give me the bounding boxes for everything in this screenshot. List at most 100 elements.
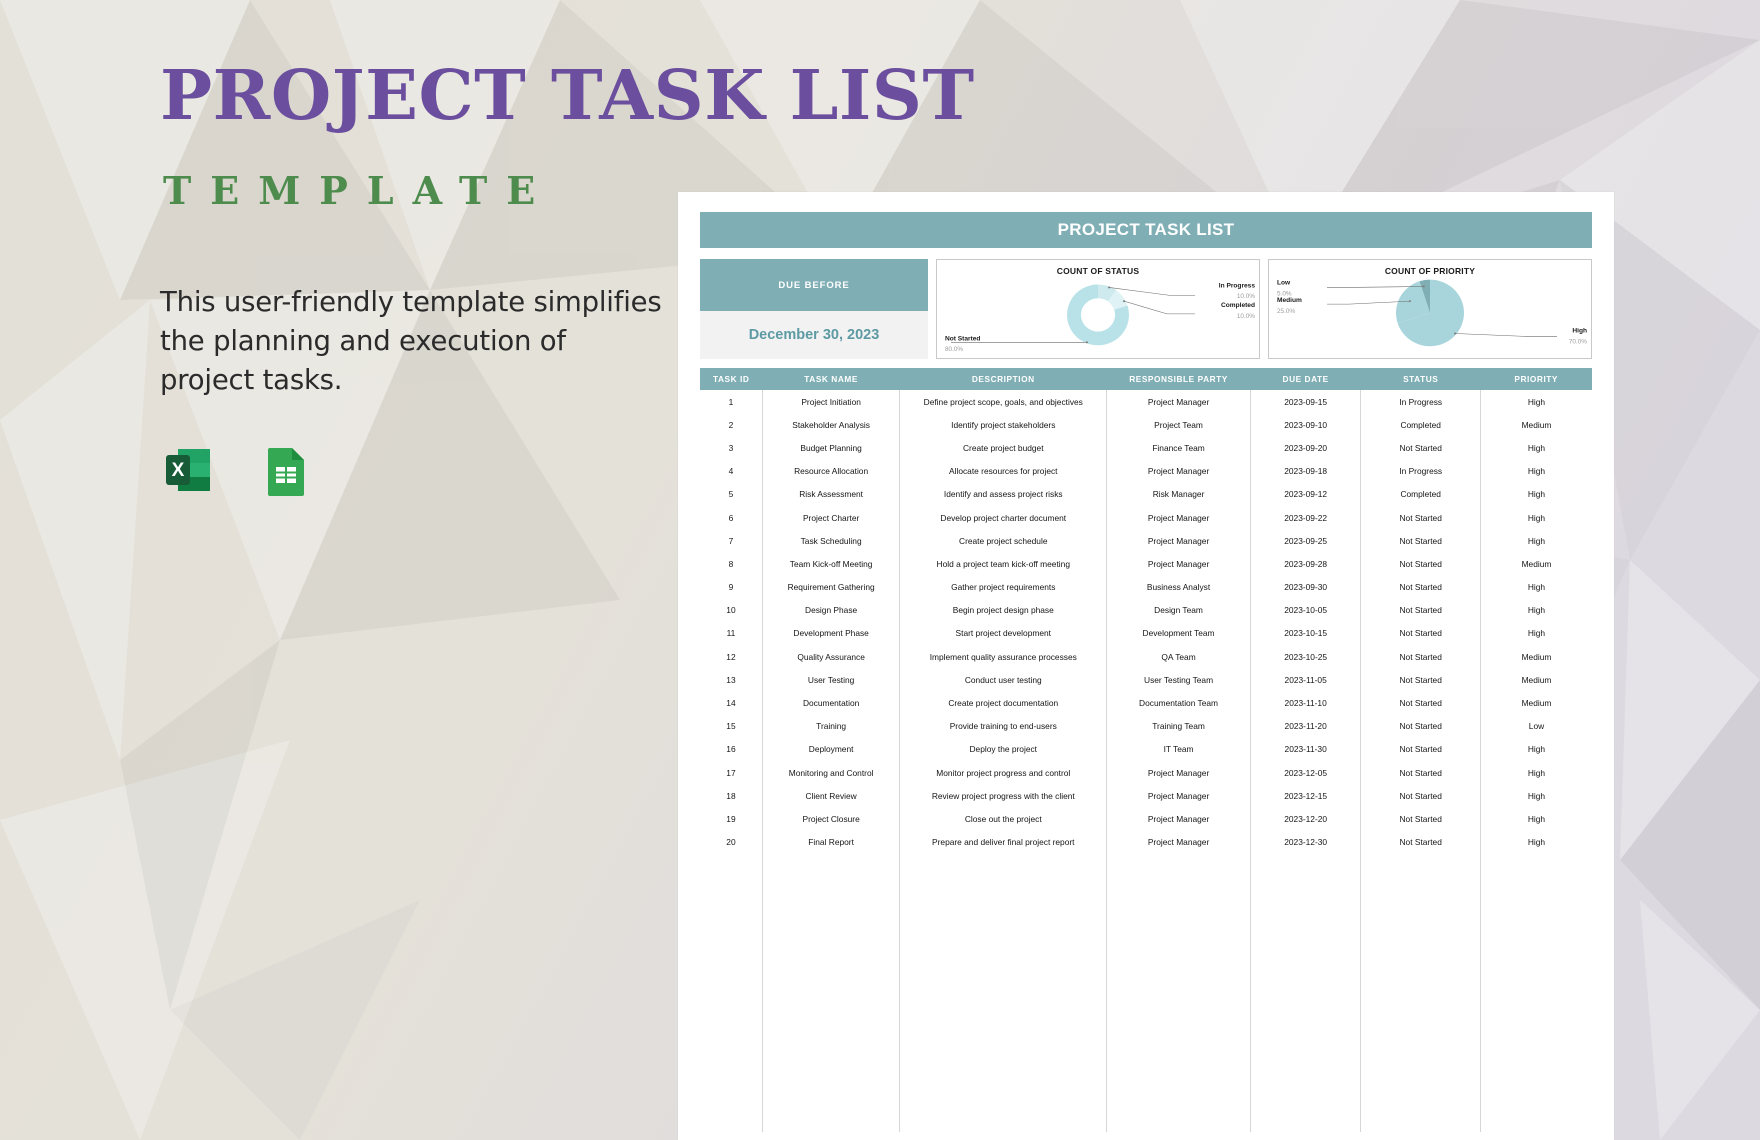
cell-responsible-party[interactable]: Risk Manager xyxy=(1106,482,1251,506)
cell-task-name[interactable]: Final Report xyxy=(761,830,901,854)
cell-empty[interactable] xyxy=(700,969,763,993)
column-header-responsible-party[interactable]: RESPONSIBLE PARTY xyxy=(1106,368,1251,390)
cell-task-id[interactable]: 5 xyxy=(700,482,763,506)
cell-task-name[interactable]: Documentation xyxy=(761,691,901,715)
cell-empty[interactable] xyxy=(899,1108,1108,1132)
cell-empty[interactable] xyxy=(761,923,901,947)
cell-description[interactable]: Conduct user testing xyxy=(899,668,1108,692)
cell-due-date[interactable]: 2023-09-15 xyxy=(1249,390,1362,414)
cell-responsible-party[interactable]: Project Team xyxy=(1106,413,1251,437)
table-row-empty[interactable] xyxy=(700,1085,1592,1109)
cell-task-id[interactable]: 9 xyxy=(700,575,763,599)
table-row-empty[interactable] xyxy=(700,923,1592,947)
cell-task-name[interactable]: Development Phase xyxy=(761,621,901,646)
cell-task-name[interactable]: Monitoring and Control xyxy=(761,761,901,785)
cell-priority[interactable]: High xyxy=(1479,390,1592,414)
table-row[interactable]: 18 Client Review Review project progress w… xyxy=(700,784,1592,808)
cell-empty[interactable] xyxy=(1479,900,1592,924)
cell-responsible-party[interactable]: IT Team xyxy=(1106,737,1251,761)
cell-responsible-party[interactable]: Design Team xyxy=(1106,598,1251,622)
cell-description[interactable]: Define project scope, goals, and objecti… xyxy=(899,390,1108,414)
due-before-value[interactable]: December 30, 2023 xyxy=(700,311,928,359)
cell-description[interactable]: Allocate resources for project xyxy=(899,459,1108,483)
cell-empty[interactable] xyxy=(1360,969,1481,993)
cell-empty[interactable] xyxy=(700,1062,763,1086)
cell-responsible-party[interactable]: Project Manager xyxy=(1106,784,1251,808)
cell-empty[interactable] xyxy=(761,1039,901,1063)
cell-responsible-party[interactable]: Development Team xyxy=(1106,621,1251,646)
cell-due-date[interactable]: 2023-12-30 xyxy=(1249,830,1362,854)
cell-empty[interactable] xyxy=(899,853,1108,877)
cell-empty[interactable] xyxy=(1249,1062,1362,1086)
cell-task-name[interactable]: Team Kick-off Meeting xyxy=(761,552,901,576)
table-row[interactable]: 10 Design Phase Begin project design phase… xyxy=(700,598,1592,622)
cell-task-id[interactable]: 15 xyxy=(700,714,763,738)
cell-priority[interactable]: High xyxy=(1479,784,1592,808)
cell-description[interactable]: Deploy the project xyxy=(899,737,1108,761)
cell-priority[interactable]: High xyxy=(1479,529,1592,553)
cell-empty[interactable] xyxy=(761,969,901,993)
cell-status[interactable]: Not Started xyxy=(1360,598,1481,622)
cell-status[interactable]: Not Started xyxy=(1360,552,1481,576)
excel-icon[interactable]: X xyxy=(162,443,218,499)
table-row[interactable]: 6 Project Charter Develop project charter … xyxy=(700,505,1592,530)
cell-empty[interactable] xyxy=(700,853,763,877)
table-row-empty[interactable] xyxy=(700,876,1592,901)
cell-due-date[interactable]: 2023-10-05 xyxy=(1249,598,1362,622)
cell-description[interactable]: Hold a project team kick-off meeting xyxy=(899,552,1108,576)
table-row[interactable]: 17 Monitoring and Control Monitor project … xyxy=(700,761,1592,785)
cell-empty[interactable] xyxy=(1360,1085,1481,1109)
cell-description[interactable]: Close out the project xyxy=(899,807,1108,831)
cell-status[interactable]: Not Started xyxy=(1360,784,1481,808)
cell-priority[interactable]: High xyxy=(1479,505,1592,530)
cell-empty[interactable] xyxy=(899,900,1108,924)
cell-priority[interactable]: Medium xyxy=(1479,668,1592,692)
cell-task-name[interactable]: Project Charter xyxy=(761,505,901,530)
cell-due-date[interactable]: 2023-12-20 xyxy=(1249,807,1362,831)
cell-due-date[interactable]: 2023-11-05 xyxy=(1249,668,1362,692)
table-row[interactable]: 15 Training Provide training to end-users T… xyxy=(700,714,1592,738)
cell-responsible-party[interactable]: Business Analyst xyxy=(1106,575,1251,599)
table-row[interactable]: 16 Deployment Deploy the project IT Team 202… xyxy=(700,737,1592,761)
google-sheets-icon[interactable] xyxy=(258,443,314,499)
cell-task-name[interactable]: Risk Assessment xyxy=(761,482,901,506)
cell-priority[interactable]: High xyxy=(1479,459,1592,483)
cell-empty[interactable] xyxy=(899,1039,1108,1063)
column-header-task-id[interactable]: TASK ID xyxy=(700,368,763,390)
cell-empty[interactable] xyxy=(1360,1039,1481,1063)
cell-due-date[interactable]: 2023-11-30 xyxy=(1249,737,1362,761)
cell-status[interactable]: Not Started xyxy=(1360,505,1481,530)
cell-task-id[interactable]: 1 xyxy=(700,390,763,414)
cell-status[interactable]: Not Started xyxy=(1360,645,1481,669)
cell-description[interactable]: Monitor project progress and control xyxy=(899,761,1108,785)
cell-task-id[interactable]: 16 xyxy=(700,737,763,761)
cell-status[interactable]: Not Started xyxy=(1360,436,1481,460)
cell-empty[interactable] xyxy=(1106,946,1251,970)
cell-empty[interactable] xyxy=(1249,969,1362,993)
table-row-empty[interactable] xyxy=(700,969,1592,993)
cell-status[interactable]: Not Started xyxy=(1360,691,1481,715)
cell-empty[interactable] xyxy=(1479,969,1592,993)
cell-description[interactable]: Identify and assess project risks xyxy=(899,482,1108,506)
cell-empty[interactable] xyxy=(761,1108,901,1132)
table-row[interactable]: 1 Project Initiation Define project scope,… xyxy=(700,390,1592,414)
cell-empty[interactable] xyxy=(1249,946,1362,970)
cell-responsible-party[interactable]: QA Team xyxy=(1106,645,1251,669)
cell-due-date[interactable]: 2023-09-28 xyxy=(1249,552,1362,576)
cell-priority[interactable]: High xyxy=(1479,598,1592,622)
cell-empty[interactable] xyxy=(1249,853,1362,877)
cell-priority[interactable]: High xyxy=(1479,482,1592,506)
cell-empty[interactable] xyxy=(899,992,1108,1017)
cell-description[interactable]: Create project schedule xyxy=(899,529,1108,553)
cell-empty[interactable] xyxy=(1106,1039,1251,1063)
cell-task-id[interactable]: 7 xyxy=(700,529,763,553)
cell-empty[interactable] xyxy=(700,923,763,947)
cell-empty[interactable] xyxy=(761,992,901,1017)
cell-task-name[interactable]: Resource Allocation xyxy=(761,459,901,483)
cell-priority[interactable]: High xyxy=(1479,737,1592,761)
cell-responsible-party[interactable]: Project Manager xyxy=(1106,505,1251,530)
cell-empty[interactable] xyxy=(1360,946,1481,970)
cell-task-name[interactable]: Task Scheduling xyxy=(761,529,901,553)
cell-empty[interactable] xyxy=(761,1016,901,1040)
cell-task-id[interactable]: 12 xyxy=(700,645,763,669)
